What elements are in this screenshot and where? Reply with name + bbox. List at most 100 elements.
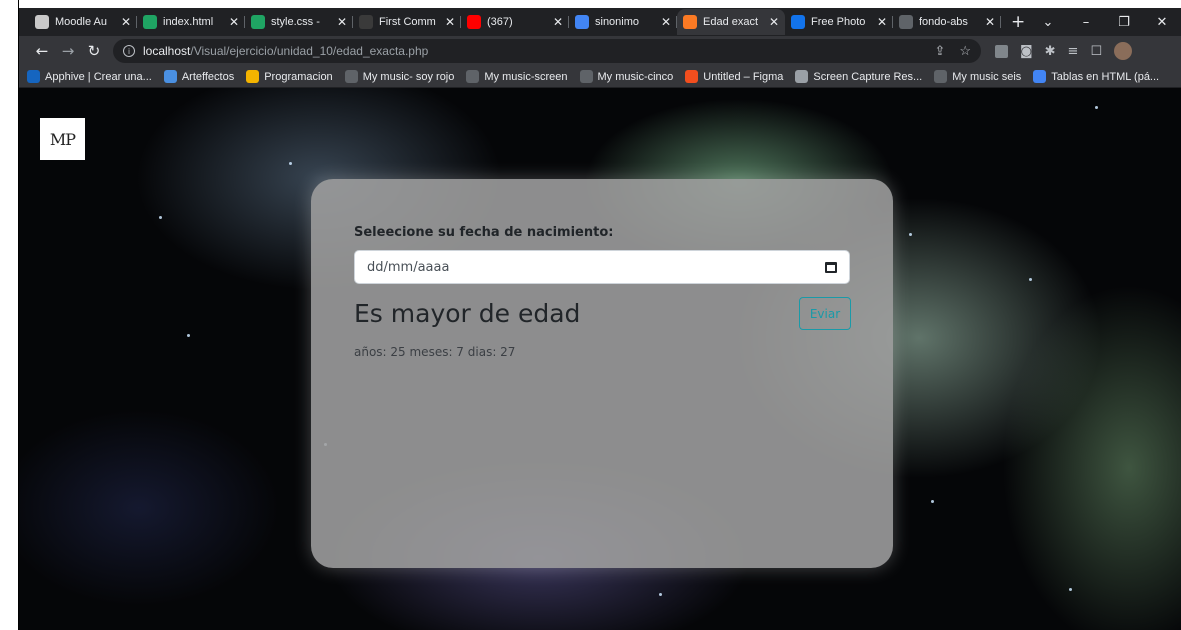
github-icon <box>359 15 373 29</box>
birthdate-input[interactable]: dd/mm/aaaa <box>354 250 850 284</box>
background-particle <box>931 500 934 503</box>
background-particle <box>187 334 190 337</box>
bookmark-item[interactable]: Programacion <box>246 70 333 83</box>
browser-tab[interactable]: index.html ✕ <box>137 9 245 35</box>
submit-button[interactable]: Eviar <box>799 297 851 330</box>
tab-separator <box>1000 16 1001 28</box>
background-particle <box>1095 106 1098 109</box>
tab-close-icon[interactable]: ✕ <box>553 15 563 29</box>
drive-icon <box>143 15 157 29</box>
new-tab-button[interactable]: + <box>1011 12 1025 32</box>
moodle-icon <box>35 15 49 29</box>
tab-close-icon[interactable]: ✕ <box>337 15 347 29</box>
screenshot-extension-icon[interactable]: ◙ <box>1020 44 1033 59</box>
bookmark-label: Screen Capture Res... <box>813 70 923 83</box>
profile-avatar[interactable] <box>1114 42 1133 60</box>
window-controls: ⌄ – ❐ ✕ <box>1029 8 1181 36</box>
bookmark-label: My music- soy rojo <box>362 70 455 83</box>
screenshot-frame: Moodle Au ✕ index.html ✕ style.css - ✕ First C… <box>0 0 1181 630</box>
bookmark-star-icon[interactable]: ☆ <box>959 43 971 59</box>
bookmark-label: My music-screen <box>484 70 568 83</box>
share-icon[interactable]: ⇪ <box>934 43 945 59</box>
youtube-icon <box>467 15 481 29</box>
bookmark-favicon-icon <box>27 70 40 83</box>
bookmark-item[interactable]: My music-screen <box>466 70 568 83</box>
browser-toolbar: ← → ↻ i localhost/Visual/ejercicio/unida… <box>19 36 1181 66</box>
tab-title: Free Photo <box>811 16 866 28</box>
bookmark-label: Programacion <box>264 70 333 83</box>
calendar-icon[interactable] <box>825 261 837 273</box>
bookmarks-bar: Apphive | Crear una... Arteffectos Program… <box>19 66 1181 88</box>
bookmark-item[interactable]: My music-cinco <box>579 70 674 83</box>
globe-icon <box>899 15 913 29</box>
side-panel-icon[interactable]: ☐ <box>1090 44 1102 59</box>
bookmark-label: My music-cinco <box>597 70 674 83</box>
background-particle <box>1029 278 1032 281</box>
site-logo[interactable]: MP <box>40 118 85 160</box>
url-host: localhost <box>143 44 191 58</box>
tab-close-icon[interactable]: ✕ <box>121 15 131 29</box>
info-icon[interactable]: i <box>123 45 135 57</box>
bookmark-item[interactable]: Untitled – Figma <box>685 70 783 83</box>
bookmark-favicon-icon <box>1033 70 1047 83</box>
tab-close-icon[interactable]: ✕ <box>661 15 671 29</box>
browser-tab[interactable]: First Comm ✕ <box>353 9 461 35</box>
reading-list-icon[interactable]: ≡ <box>1068 44 1079 59</box>
tab-close-icon[interactable]: ✕ <box>769 15 779 29</box>
address-bar[interactable]: i localhost/Visual/ejercicio/unidad_10/e… <box>113 39 981 63</box>
bookmark-favicon-icon <box>246 70 260 83</box>
bookmark-favicon-icon <box>795 70 809 83</box>
background-particle <box>289 162 292 165</box>
url-path: /Visual/ejercicio/unidad_10/edad_exacta.… <box>190 44 429 58</box>
bookmark-item[interactable]: Apphive | Crear una... <box>27 70 152 83</box>
bookmark-favicon-icon <box>466 70 480 83</box>
browser-tab[interactable]: sinonimo ✕ <box>569 9 677 35</box>
tab-title: (367) <box>487 16 513 28</box>
back-arrow-icon[interactable]: ← <box>29 42 55 60</box>
tab-close-icon[interactable]: ✕ <box>445 15 455 29</box>
freepik-icon <box>791 15 805 29</box>
reload-icon[interactable]: ↻ <box>81 42 107 60</box>
background-particle <box>1069 588 1072 591</box>
drive-icon <box>251 15 265 29</box>
browser-tab[interactable]: (367) ✕ <box>461 9 569 35</box>
close-window-icon[interactable]: ✕ <box>1143 15 1181 30</box>
background-particle <box>159 216 162 219</box>
bookmark-label: Apphive | Crear una... <box>45 70 152 83</box>
background-particle <box>659 593 662 596</box>
tab-search-icon[interactable]: ⌄ <box>1029 15 1067 30</box>
browser-tab[interactable]: style.css - ✕ <box>245 9 353 35</box>
restore-icon[interactable]: ❐ <box>1105 15 1143 30</box>
forward-arrow-icon[interactable]: → <box>55 42 81 60</box>
browser-tab[interactable]: Edad exact ✕ <box>677 9 785 35</box>
bookmark-item[interactable]: Tablas en HTML (pá... <box>1033 70 1159 83</box>
bookmark-favicon-icon <box>163 70 177 83</box>
age-details: años: 25 meses: 7 dias: 27 <box>354 345 516 359</box>
browser-tab[interactable]: fondo-abs ✕ <box>893 9 1001 35</box>
bookmark-item[interactable]: My music- soy rojo <box>344 70 455 83</box>
browser-tab[interactable]: Moodle Au ✕ <box>29 9 137 35</box>
tab-title: style.css - <box>271 16 320 28</box>
tab-close-icon[interactable]: ✕ <box>877 15 887 29</box>
bookmark-item[interactable]: Screen Capture Res... <box>795 70 922 83</box>
tabs-container: Moodle Au ✕ index.html ✕ style.css - ✕ First C… <box>29 9 1001 35</box>
google-icon <box>575 15 589 29</box>
browser-tab-strip: Moodle Au ✕ index.html ✕ style.css - ✕ First C… <box>19 8 1181 36</box>
tab-title: Moodle Au <box>55 16 107 28</box>
bookmark-label: Untitled – Figma <box>703 70 784 83</box>
bookmark-favicon-icon <box>344 70 358 83</box>
extension-icon[interactable] <box>995 44 1008 58</box>
birthdate-label: Seleecione su fecha de nacimiento: <box>354 225 614 240</box>
tab-title: index.html <box>163 16 214 28</box>
age-form-card: Seleecione su fecha de nacimiento: dd/mm… <box>311 179 893 568</box>
bookmark-label: Arteffectos <box>181 70 235 83</box>
puzzle-icon[interactable]: ✱ <box>1045 44 1056 59</box>
bookmark-item[interactable]: Arteffectos <box>163 70 235 83</box>
page-viewport: MP Seleecione su fecha de nacimiento: dd… <box>19 88 1181 630</box>
tab-close-icon[interactable]: ✕ <box>985 15 995 29</box>
bookmark-item[interactable]: My music seis <box>934 70 1021 83</box>
minimize-icon[interactable]: – <box>1067 15 1105 30</box>
tab-close-icon[interactable]: ✕ <box>229 15 239 29</box>
browser-tab[interactable]: Free Photo ✕ <box>785 9 893 35</box>
tab-title: sinonimo <box>595 16 640 28</box>
